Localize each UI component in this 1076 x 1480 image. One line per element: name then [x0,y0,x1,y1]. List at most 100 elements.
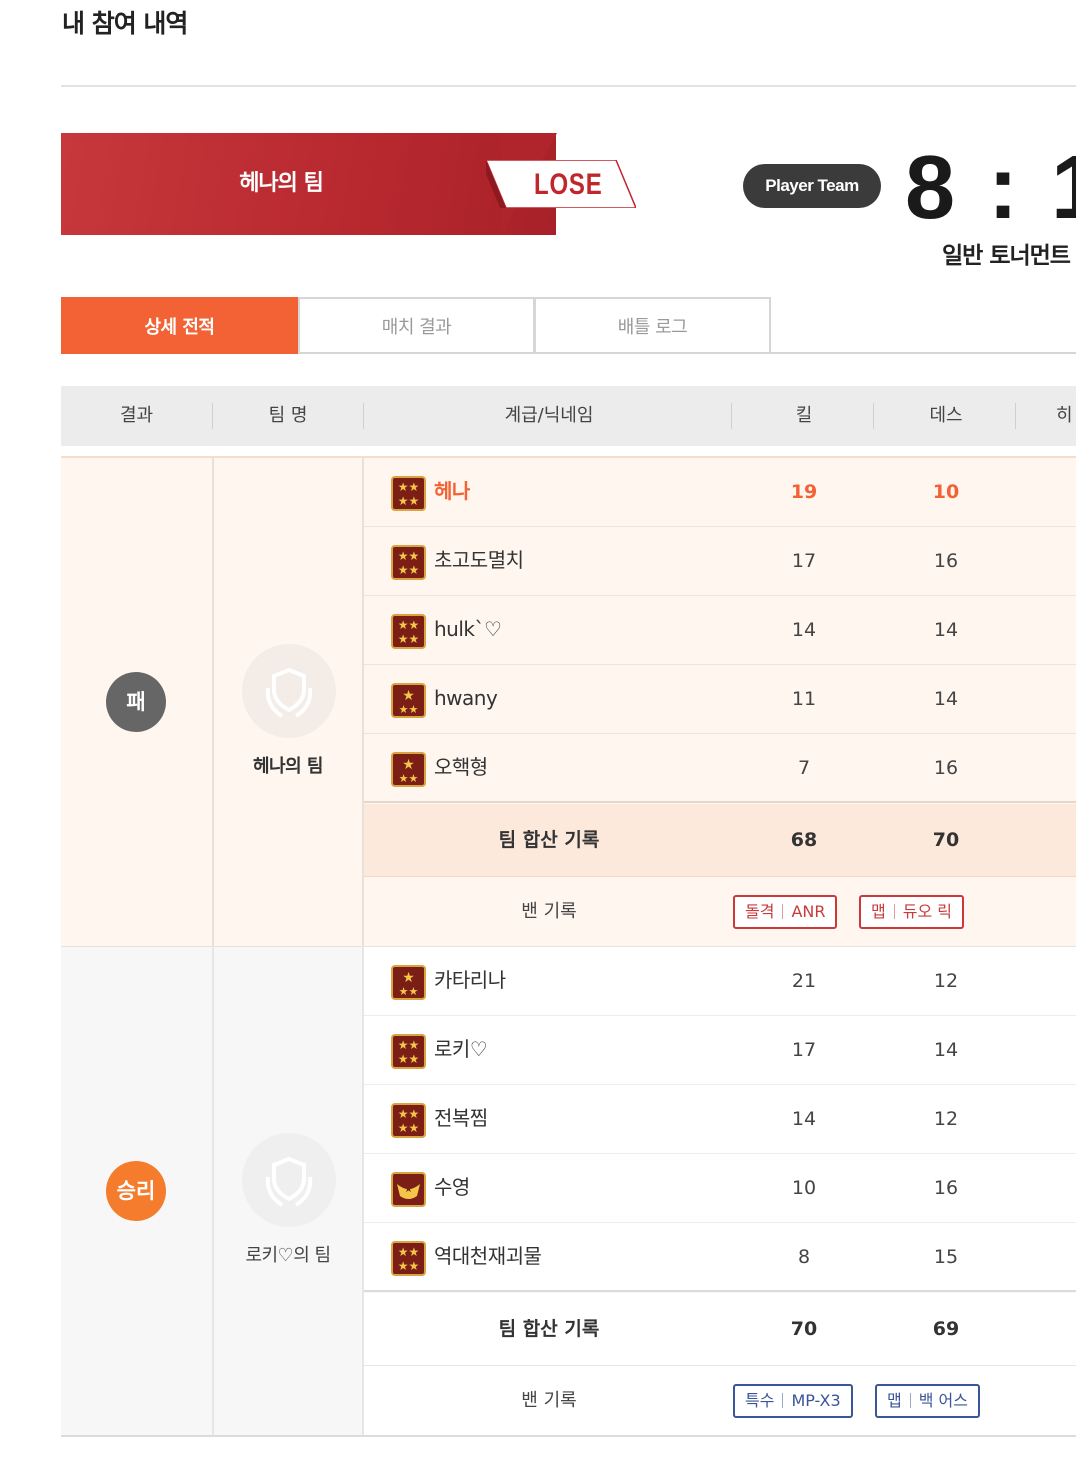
player-kills: 8 [797,1246,811,1268]
svg-text:★★: ★★ [399,772,419,785]
table-row[interactable]: ★ ★★ hwany 11 14 [364,665,1076,734]
ban-record-row: 밴 기록 특수 MP-X3 맵 백 어스 [364,1366,1076,1436]
player-deaths: 14 [933,688,959,710]
table-header: 결과 팀 명 계급/닉네임 킬 데스 히 [61,386,1076,446]
rank-star-icon: ★★★ [391,965,426,1000]
ban-record-row: 밴 기록 돌격 ANR 맵 듀오 릭 [364,877,1076,947]
player-deaths: 16 [933,1177,959,1199]
player-kills: 14 [791,619,817,641]
player-deaths: 14 [933,1039,959,1061]
result-tag-text: LOSE [534,168,603,201]
table-row[interactable]: ★★ ★★ 초고도멸치 17 16 [364,527,1076,596]
rank-stars-icon: ★★★★ [391,545,426,580]
player-kills: 14 [791,1108,817,1130]
table-row[interactable]: ★★ ★★ hulk`♡ 14 14 [364,596,1076,665]
team-block-win: 승리 로키♡의 팀 ★ ★★ 카타리나 21 12 ★★ ★★ 로키♡ 17 14 … [61,946,1076,1436]
team-total-kills: 68 [790,829,818,851]
svg-text:★★: ★★ [398,480,420,494]
header-separator [731,403,732,429]
rank-star-icon: ★★★ [391,683,426,718]
ban-tag: 맵 듀오 릭 [859,895,964,929]
team-name: 헤나의 팀 [252,756,324,777]
team-name: 로키♡의 팀 [245,1245,331,1266]
team-total-deaths: 70 [932,829,960,851]
header-separator [1015,403,1016,429]
table-row[interactable]: ★★ ★★ 역대천재괴물 8 15 [364,1223,1076,1292]
col-result: 결과 [119,405,154,426]
player-nickname[interactable]: 역대천재괴물 [434,1223,542,1289]
svg-text:★: ★ [402,970,415,986]
table-bottom-divider [61,1435,1076,1437]
title-divider [61,85,1076,87]
result-badge: 패 [106,672,166,732]
team-total-label: 팀 합산 기록 [498,829,600,851]
table-row[interactable]: ★ 수영 10 16 [364,1154,1076,1223]
player-nickname[interactable]: hulk`♡ [434,596,502,662]
svg-text:★: ★ [404,1184,413,1195]
team-cell: 로키♡의 팀 [212,947,364,1436]
team-total-row: 팀 합산 기록 68 70 [364,804,1076,877]
tab-detail-record[interactable]: 상세 전적 [61,297,298,354]
ban-value: 듀오 릭 [902,902,952,921]
player-nickname[interactable]: 오핵형 [434,734,488,800]
ban-tag: 특수 MP-X3 [733,1384,853,1418]
rank-star-icon: ★★★ [391,752,426,787]
player-nickname[interactable]: 카타리나 [434,947,506,1013]
svg-text:★★: ★★ [398,618,420,632]
team-total-kills: 70 [790,1318,818,1340]
lose-tag: LOSE [486,160,636,208]
svg-text:★: ★ [402,688,415,704]
match-type: 일반 토너먼트 [942,243,1071,269]
player-kills: 19 [790,481,818,503]
player-kills: 17 [791,1039,817,1061]
tab-match-result[interactable]: 매치 결과 [298,297,535,354]
table-row[interactable]: ★ ★★ 카타리나 21 12 [364,947,1076,1016]
player-kills: 11 [791,688,817,710]
tabs-baseline [771,352,1076,354]
ban-tag: 돌격 ANR [733,895,838,929]
svg-text:★★: ★★ [398,1245,420,1259]
player-nickname[interactable]: hwany [434,665,498,731]
player-nickname[interactable]: 전복찜 [434,1085,488,1151]
result-badge: 승리 [106,1161,166,1221]
shield-laurel-icon [242,1133,336,1227]
ban-type: 맵 [887,1391,902,1410]
rank-stars-icon: ★★★★ [391,1241,426,1276]
player-nickname[interactable]: 헤나 [434,458,470,524]
player-nickname[interactable]: 수영 [434,1154,470,1220]
player-kills: 10 [791,1177,817,1199]
svg-text:★★: ★★ [399,985,419,998]
tab-battle-log[interactable]: 배틀 로그 [534,297,771,354]
ban-record-label: 밴 기록 [521,901,577,922]
result-cell: 승리 [61,947,212,1436]
col-partial: 히 [1056,405,1073,426]
ban-value: MP-X3 [791,1391,841,1410]
player-deaths: 10 [932,481,960,503]
player-deaths: 12 [933,970,959,992]
svg-text:★★: ★★ [398,563,420,577]
table-row[interactable]: ★★ ★★ 전복찜 14 12 [364,1085,1076,1154]
svg-text:★★: ★★ [398,1107,420,1121]
banner-team-name: 헤나의 팀 [239,171,324,196]
table-row[interactable]: ★★ ★★ 로키♡ 17 14 [364,1016,1076,1085]
team-total-row: 팀 합산 기록 70 69 [364,1293,1076,1366]
ban-type: 맵 [871,902,886,921]
player-deaths: 12 [933,1108,959,1130]
table-row[interactable]: ★★ ★★ 헤나 19 10 [364,458,1076,527]
team-total-deaths: 69 [932,1318,960,1340]
rank-stars-icon: ★★★★ [391,1034,426,1069]
player-nickname[interactable]: 초고도멸치 [434,527,524,593]
player-deaths: 14 [933,619,959,641]
rank-stars-icon: ★★★★ [391,1103,426,1138]
team-cell: 헤나의 팀 [212,458,364,946]
svg-text:★★: ★★ [399,703,419,716]
ban-tag: 맵 백 어스 [875,1384,980,1418]
player-nickname[interactable]: 로키♡ [434,1016,488,1082]
page-title: 내 참여 내역 [62,9,188,38]
match-score: 8 : 10 [905,138,1076,238]
team-block-lose: 패 헤나의 팀 ★★ ★★ 헤나 19 10 ★★ ★★ 초고도멸치 17 16 ★… [61,456,1076,946]
col-deaths: 데스 [929,405,963,426]
svg-text:★★: ★★ [398,1259,420,1273]
table-row[interactable]: ★ ★★ 오핵형 7 16 [364,734,1076,803]
rank-eagle-icon: ★ [391,1172,426,1207]
